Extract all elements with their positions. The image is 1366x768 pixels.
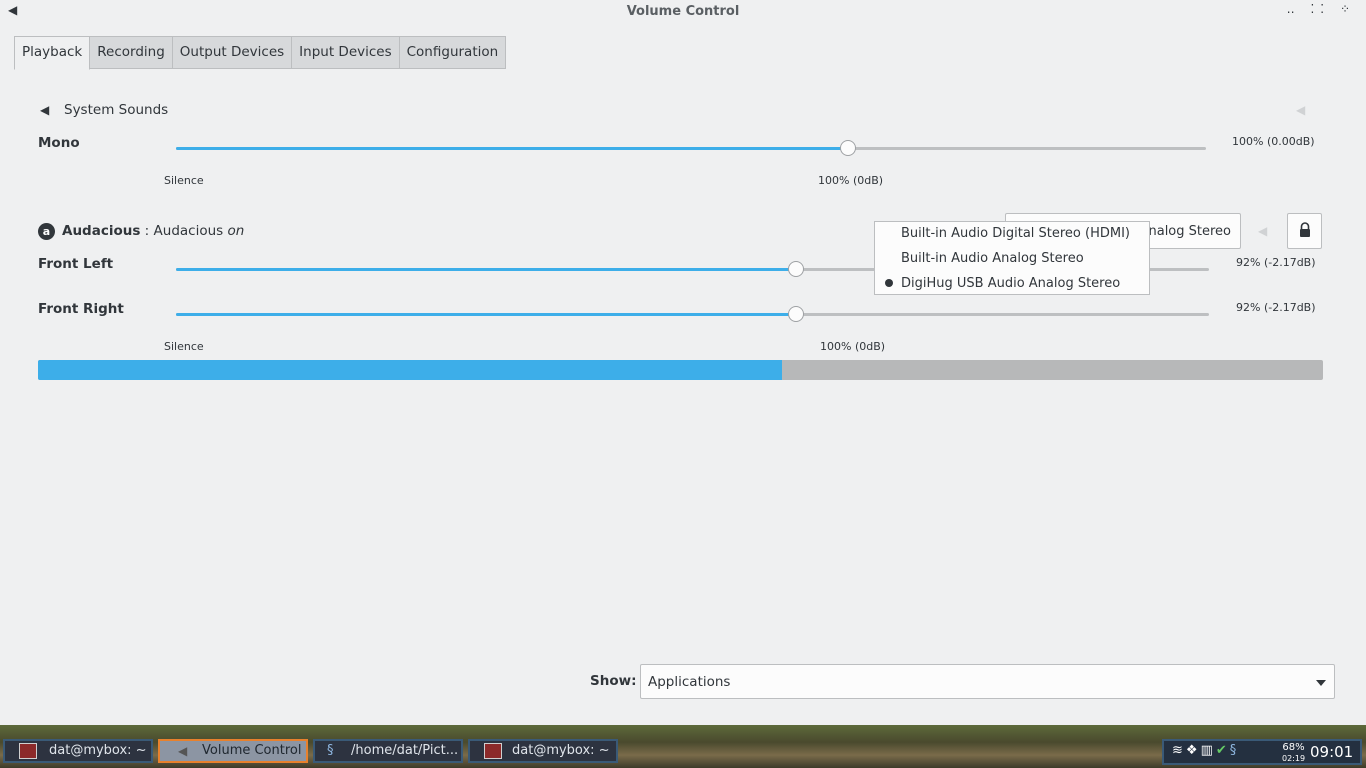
battery-percent: 68% — [1282, 742, 1305, 753]
audacious-app-icon: a — [38, 223, 55, 240]
slider-handle[interactable] — [788, 261, 805, 277]
task-image-viewer[interactable]: § /home/dat/Pict... — [313, 739, 463, 763]
mono-volume-value: 100% (0.00dB) — [1232, 135, 1315, 148]
tab-input-devices[interactable]: Input Devices — [292, 36, 400, 69]
peak-level-fill — [38, 360, 782, 380]
lock-icon — [1300, 222, 1310, 237]
terminal-icon — [484, 743, 502, 759]
channel-label-mono: Mono — [38, 135, 80, 151]
network-icon[interactable]: § — [1230, 743, 1240, 758]
stream-state: on — [227, 223, 245, 239]
scale-100-label: 100% (0dB) — [818, 174, 884, 187]
scale-silence-label: Silence — [164, 340, 204, 353]
peak-level-meter — [38, 360, 1323, 380]
menu-item-digihug[interactable]: DigiHug USB Audio Analog Stereo — [901, 276, 1120, 291]
book-icon[interactable]: ▥ — [1201, 743, 1216, 758]
tab-configuration[interactable]: Configuration — [399, 36, 507, 69]
slider-fill — [176, 313, 798, 316]
wifi-icon[interactable]: ≋ — [1172, 743, 1186, 758]
dropbox-icon[interactable]: ❖ — [1186, 743, 1201, 758]
window-title: Volume Control — [626, 4, 740, 19]
mono-volume-slider[interactable] — [176, 140, 1206, 156]
scale-100-label: 100% (0dB) — [820, 340, 886, 353]
title-bar: ◀ Volume Control ‥ ⁚⁚ ⁘ — [0, 0, 1366, 24]
menu-item-analog[interactable]: Built-in Audio Analog Stereo — [901, 251, 1084, 266]
tray-icons[interactable]: ≋❖▥✔§ — [1172, 743, 1239, 758]
battery-indicator[interactable]: 68% 02:19 — [1282, 742, 1305, 764]
task-terminal-1[interactable]: dat@mybox: ~ — [3, 739, 153, 763]
show-filter-select[interactable]: Applications — [640, 664, 1335, 699]
task-label: dat@mybox: ~ — [49, 743, 147, 758]
show-filter-value: Applications — [648, 674, 731, 690]
volume-control-window: ◀ Volume Control ‥ ⁚⁚ ⁘ Playback Recordi… — [0, 0, 1366, 725]
system-tray: ≋❖▥✔§ 68% 02:19 09:01 — [1162, 739, 1362, 765]
show-label: Show: — [590, 673, 637, 689]
system-sounds-name: System Sounds — [64, 102, 169, 118]
taskbar: dat@mybox: ~ ◀ Volume Control § /home/da… — [0, 725, 1366, 768]
tab-playback[interactable]: Playback — [14, 36, 91, 70]
task-volume-control[interactable]: ◀ Volume Control — [158, 739, 308, 763]
speaker-icon: ◀ — [40, 103, 50, 117]
stream-name: Audacious — [153, 223, 224, 239]
task-label: /home/dat/Pict... — [351, 743, 459, 758]
output-device-menu: Built-in Audio Digital Stereo (HDMI) Bui… — [874, 221, 1150, 295]
scale-silence-label: Silence — [164, 174, 204, 187]
task-label: dat@mybox: ~ — [512, 743, 610, 758]
title-separator: : — [140, 223, 154, 239]
tab-recording[interactable]: Recording — [90, 36, 173, 69]
device-button-label: nalog Stereo — [1148, 224, 1231, 239]
selected-bullet-icon — [885, 279, 893, 287]
image-viewer-icon: § — [327, 743, 334, 758]
slider-fill — [176, 268, 798, 271]
front-left-volume-value: 92% (-2.17dB) — [1236, 256, 1316, 269]
channel-label-front-right: Front Right — [38, 301, 124, 317]
lock-channels-button[interactable] — [1287, 213, 1322, 249]
menu-item-hdmi[interactable]: Built-in Audio Digital Stereo (HDMI) — [901, 226, 1130, 241]
speaker-icon: ◀ — [178, 744, 188, 758]
terminal-icon — [19, 743, 37, 759]
slider-handle[interactable] — [788, 306, 805, 322]
front-right-volume-value: 92% (-2.17dB) — [1236, 301, 1316, 314]
task-label: Volume Control — [202, 743, 302, 758]
channel-label-front-left: Front Left — [38, 256, 114, 272]
app-name: Audacious — [62, 223, 141, 239]
slider-fill — [176, 147, 850, 150]
mute-icon[interactable]: ◀ — [1258, 224, 1267, 238]
window-controls[interactable]: ‥ ⁚⁚ ⁘ — [1287, 2, 1356, 16]
tab-output-devices[interactable]: Output Devices — [172, 36, 293, 69]
slider-handle[interactable] — [840, 140, 857, 156]
tab-bar: Playback Recording Output Devices Input … — [14, 36, 507, 70]
mute-icon[interactable]: ◀ — [1296, 103, 1305, 117]
chevron-down-icon — [1316, 680, 1326, 686]
front-right-volume-slider[interactable] — [176, 306, 1209, 322]
update-icon[interactable]: ✔ — [1216, 743, 1230, 758]
stream-title: Audacious : Audacious on — [62, 223, 244, 239]
task-terminal-2[interactable]: dat@mybox: ~ — [468, 739, 618, 763]
battery-time: 02:19 — [1282, 754, 1306, 763]
clock[interactable]: 09:01 — [1310, 743, 1353, 761]
